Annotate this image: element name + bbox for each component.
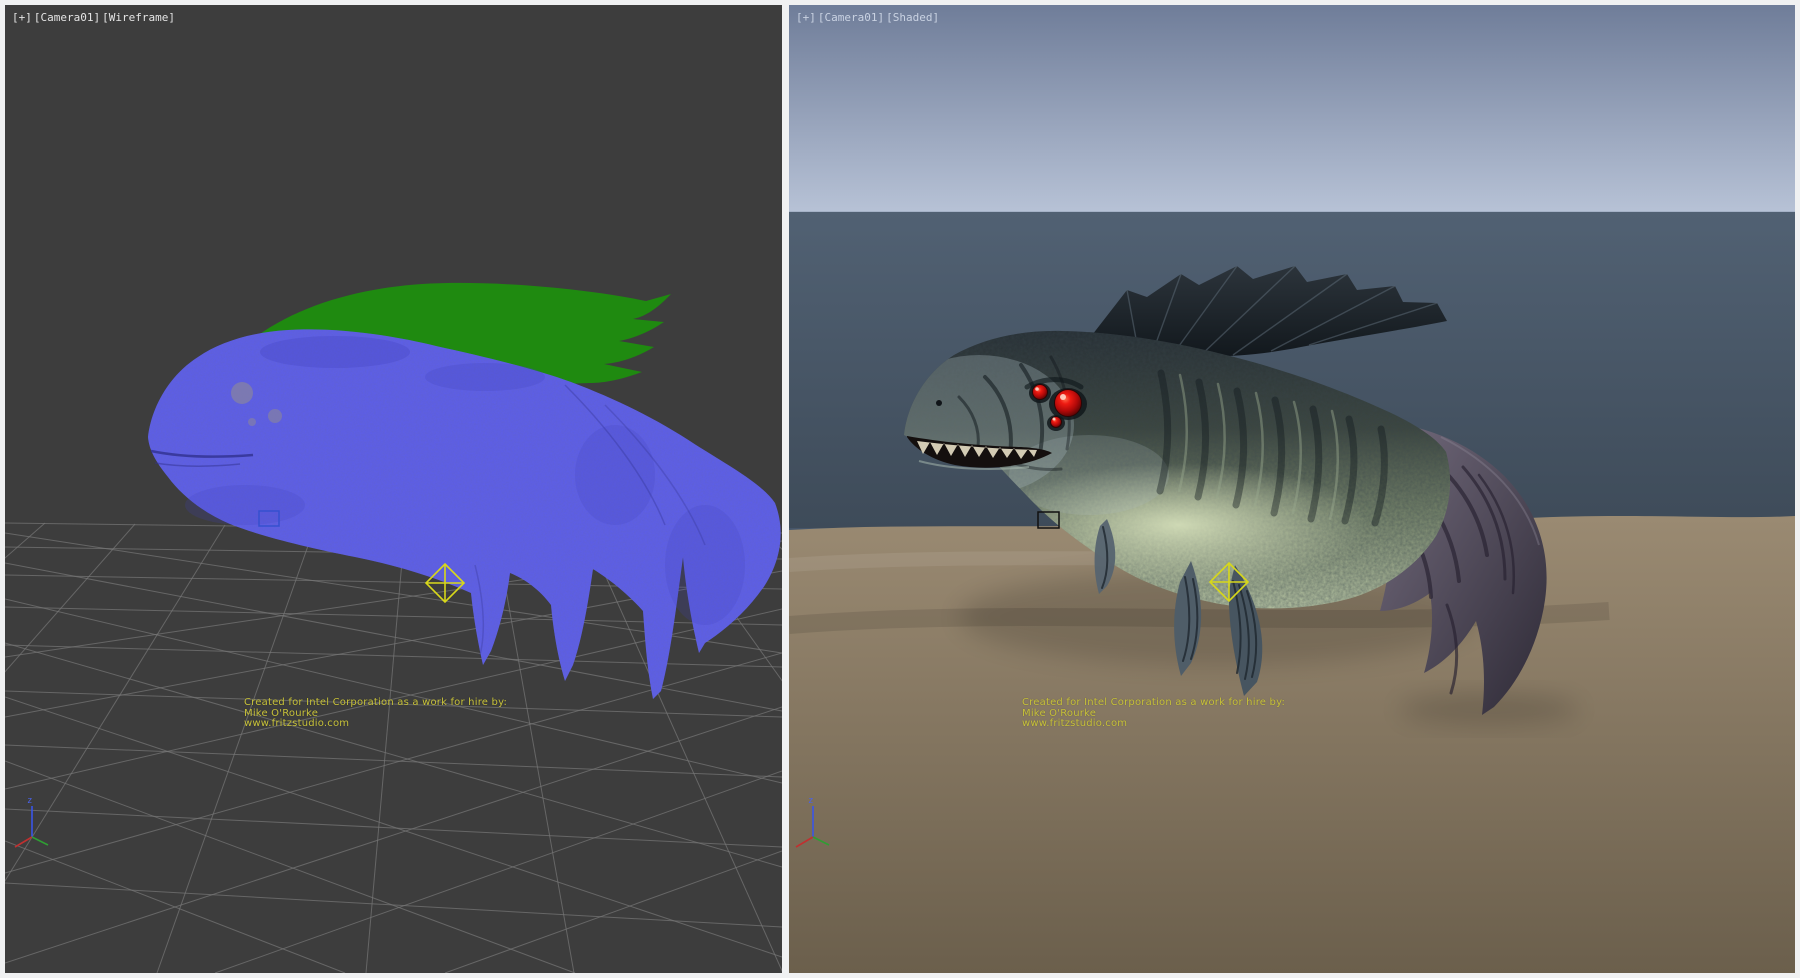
viewport-split: z [+] [Camera01] [Wireframe] Created for… — [0, 0, 1800, 978]
viewport-camera-label[interactable]: [Camera01] — [818, 11, 884, 24]
viewport-camera01-wireframe[interactable]: z [+] [Camera01] [Wireframe] Created for… — [5, 5, 782, 973]
watermark-line-3: www.fritzstudio.com — [1022, 719, 1285, 730]
watermark-line-3: www.fritzstudio.com — [244, 719, 507, 730]
watermark-line-1: Created for Intel Corporation as a work … — [244, 698, 507, 709]
watermark-line-1: Created for Intel Corporation as a work … — [1022, 698, 1285, 709]
eye-medium — [1033, 385, 1048, 400]
axis-z-label: z — [808, 796, 813, 806]
viewport-camera-label[interactable]: [Camera01] — [34, 11, 100, 24]
viewport-menu-button[interactable]: [+] — [12, 11, 32, 24]
eye-large — [1055, 390, 1082, 417]
viewport-shading-label[interactable]: [Shaded] — [886, 11, 939, 24]
watermark-text: Created for Intel Corporation as a work … — [1022, 698, 1285, 730]
axis-z-label: z — [27, 796, 32, 806]
viewport-menu-button[interactable]: [+] — [796, 11, 816, 24]
sky — [789, 5, 1795, 212]
viewport-label-left: [+] [Camera01] [Wireframe] — [12, 11, 175, 24]
nostril — [936, 400, 942, 406]
eye-small — [1051, 417, 1062, 428]
viewport-label-right: [+] [Camera01] [Shaded] — [796, 11, 939, 24]
watermark-text: Created for Intel Corporation as a work … — [244, 698, 507, 730]
viewport-camera01-shaded[interactable]: z [+] [Camera01] [Shaded] Created for In… — [789, 5, 1795, 973]
viewport-shading-label[interactable]: [Wireframe] — [102, 11, 175, 24]
